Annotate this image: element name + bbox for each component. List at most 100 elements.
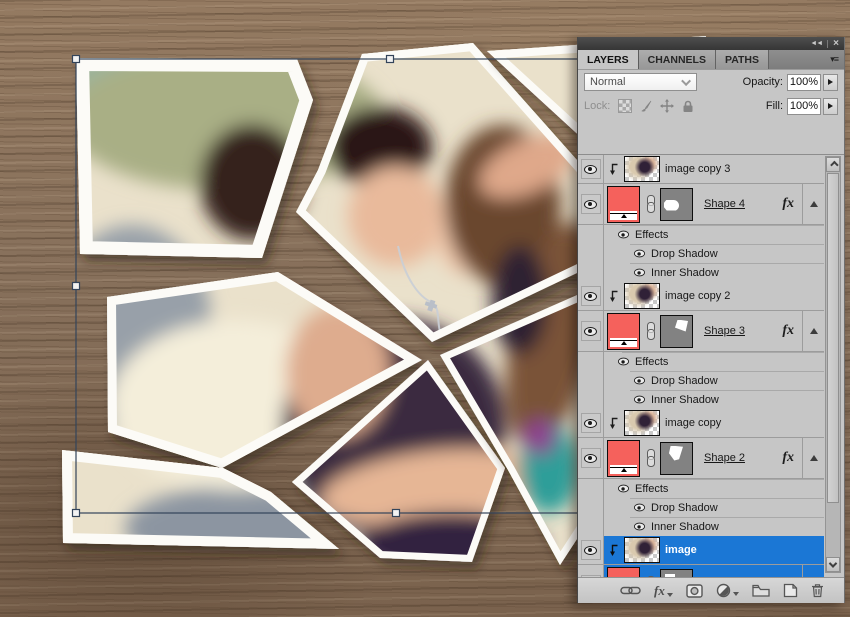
effects-header-row[interactable]: Effects	[578, 225, 824, 244]
layer-thumbnail[interactable]	[624, 410, 660, 436]
clipping-mask-arrow-icon	[609, 544, 619, 557]
collapse-effects-arrow[interactable]	[808, 455, 820, 461]
close-panel-icon[interactable]: ×	[833, 39, 839, 49]
lock-all-padlock-icon[interactable]	[681, 99, 695, 113]
effect-item-row[interactable]: Drop Shadow	[578, 371, 824, 390]
fill-layer-thumbnail[interactable]	[607, 440, 640, 477]
vector-mask-thumbnail[interactable]	[660, 442, 693, 475]
effect-item-row[interactable]: Inner Shadow	[578, 517, 824, 536]
add-layer-mask-icon[interactable]	[686, 584, 703, 598]
eye-icon[interactable]	[634, 523, 645, 531]
effects-label[interactable]: Effects	[635, 229, 668, 241]
eye-icon[interactable]	[634, 396, 645, 404]
toggle-visibility-button[interactable]	[581, 321, 601, 341]
effects-header-row[interactable]: Effects	[578, 479, 824, 498]
layer-row-shape[interactable]: Shape 3 fx	[578, 311, 824, 352]
layer-name[interactable]: Shape 3	[704, 325, 745, 337]
eye-icon[interactable]	[618, 231, 629, 239]
clipping-mask-arrow-icon	[609, 163, 619, 176]
toggle-visibility-button[interactable]	[581, 286, 601, 306]
collapse-effects-arrow[interactable]	[808, 201, 820, 207]
layer-name[interactable]: image copy 2	[665, 290, 730, 302]
layer-row-shape[interactable]: Shape 2 fx	[578, 438, 824, 479]
effects-label[interactable]: Effects	[635, 483, 668, 495]
new-layer-icon[interactable]	[783, 583, 798, 598]
chevron-up-icon	[830, 160, 838, 168]
layer-name[interactable]: image copy 3	[665, 163, 730, 175]
eye-icon[interactable]	[634, 250, 645, 258]
layer-thumbnail[interactable]	[624, 283, 660, 309]
eye-icon[interactable]	[634, 377, 645, 385]
effect-item-row[interactable]: Drop Shadow	[578, 498, 824, 517]
effect-name[interactable]: Drop Shadow	[651, 375, 718, 387]
vector-mask-thumbnail[interactable]	[660, 188, 693, 221]
layers-scrollbar[interactable]	[825, 156, 841, 573]
effect-name[interactable]: Inner Shadow	[651, 521, 719, 533]
visibility-cell	[578, 409, 604, 437]
fill-layer-thumbnail[interactable]	[607, 313, 640, 350]
layer-thumbnail[interactable]	[624, 537, 660, 563]
collapse-panel-icon[interactable]: ◄◄	[810, 40, 822, 47]
toggle-visibility-button[interactable]	[581, 413, 601, 433]
lock-transparency-icon[interactable]	[618, 99, 632, 113]
fill-input[interactable]: 100%	[787, 98, 821, 115]
layer-row-image[interactable]: image copy 2	[578, 282, 824, 311]
eye-icon[interactable]	[634, 504, 645, 512]
eye-icon[interactable]	[618, 358, 629, 366]
layer-style-fx-badge[interactable]: fx	[782, 196, 797, 212]
effect-name[interactable]: Drop Shadow	[651, 248, 718, 260]
vector-mask-thumbnail[interactable]	[660, 569, 693, 578]
effect-item-row[interactable]: Drop Shadow	[578, 244, 824, 263]
layer-thumbnail[interactable]	[624, 156, 660, 182]
link-mask-chain-icon[interactable]	[645, 322, 655, 340]
lock-position-move-icon[interactable]	[660, 99, 674, 113]
fill-layer-thumbnail[interactable]	[607, 567, 640, 578]
layer-row-image[interactable]: image copy 3	[578, 155, 824, 184]
layer-style-fx-badge[interactable]: fx	[782, 450, 797, 466]
layer-name[interactable]: Shape 2	[704, 452, 745, 464]
fill-slider-button[interactable]	[823, 98, 838, 115]
panel-menu-icon[interactable]: ▾≡	[830, 54, 838, 65]
tab-paths[interactable]: PATHS	[716, 50, 769, 69]
effects-label[interactable]: Effects	[635, 356, 668, 368]
vector-mask-thumbnail[interactable]	[660, 315, 693, 348]
toggle-visibility-button[interactable]	[581, 159, 601, 179]
tab-layers[interactable]: LAYERS	[578, 50, 639, 69]
scroll-down-button[interactable]	[826, 557, 840, 572]
delete-layer-trash-icon[interactable]	[811, 583, 824, 598]
scroll-up-button[interactable]	[826, 157, 840, 172]
effects-header-row[interactable]: Effects	[578, 352, 824, 371]
tab-channels[interactable]: CHANNELS	[639, 50, 716, 69]
link-mask-chain-icon[interactable]	[645, 449, 655, 467]
new-group-folder-icon[interactable]	[752, 584, 770, 597]
effect-name[interactable]: Inner Shadow	[651, 394, 719, 406]
layer-row-image[interactable]: image copy	[578, 409, 824, 438]
opacity-input[interactable]: 100%	[787, 74, 821, 91]
link-mask-chain-icon[interactable]	[645, 195, 655, 213]
effect-name[interactable]: Drop Shadow	[651, 502, 718, 514]
blend-mode-select[interactable]: Normal	[584, 73, 697, 91]
new-adjustment-layer-icon[interactable]	[716, 583, 739, 598]
eye-icon[interactable]	[618, 485, 629, 493]
link-layers-icon[interactable]	[620, 585, 641, 596]
layer-row-image[interactable]: image	[578, 536, 824, 565]
opacity-slider-button[interactable]	[823, 74, 838, 91]
toggle-visibility-button[interactable]	[581, 540, 601, 560]
layer-name[interactable]: image	[665, 544, 697, 556]
layer-style-fx-badge[interactable]: fx	[782, 323, 797, 339]
layer-name[interactable]: image copy	[665, 417, 721, 429]
toggle-visibility-button[interactable]	[581, 448, 601, 468]
fill-layer-thumbnail[interactable]	[607, 186, 640, 223]
layer-row-shape[interactable]: Shape 4 fx	[578, 184, 824, 225]
add-layer-style-icon[interactable]: fx	[654, 583, 673, 599]
effect-item-row[interactable]: Inner Shadow	[578, 390, 824, 409]
eye-icon[interactable]	[634, 269, 645, 277]
toggle-visibility-button[interactable]	[581, 194, 601, 214]
lock-paint-brush-icon[interactable]	[639, 99, 653, 113]
scrollbar-thumb[interactable]	[827, 173, 839, 503]
layer-row-shape[interactable]: Shape 1 fx	[578, 565, 824, 577]
effect-name[interactable]: Inner Shadow	[651, 267, 719, 279]
collapse-effects-arrow[interactable]	[808, 328, 820, 334]
effect-item-row[interactable]: Inner Shadow	[578, 263, 824, 282]
layer-name[interactable]: Shape 4	[704, 198, 745, 210]
